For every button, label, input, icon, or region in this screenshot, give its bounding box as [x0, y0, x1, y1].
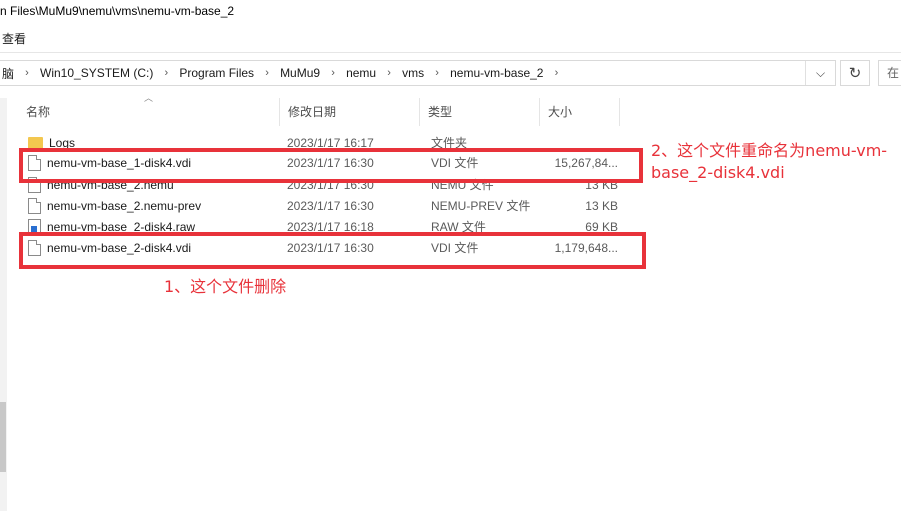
column-header-date-label: 修改日期 [288, 105, 337, 119]
menubar: 查看 [0, 30, 26, 48]
chevron-right-icon[interactable]: › [256, 67, 278, 79]
file-row[interactable]: nemu-vm-base_2.nemu-prev 2023/1/17 16:30… [18, 195, 638, 216]
delete-annotation: 1、这个文件删除 [164, 277, 287, 296]
search-input[interactable]: 在 [878, 60, 901, 86]
chevron-down-icon: ⌵ [815, 65, 826, 80]
highlight-box-delete [19, 232, 646, 269]
rename-annotation: 2、这个文件重命名为nemu-vm- base_2-disk4.vdi [651, 140, 887, 184]
file-name-cell: nemu-vm-base_2.nemu-prev [18, 197, 280, 214]
file-type: NEMU-PREV 文件 [431, 199, 531, 213]
chevron-right-icon[interactable]: › [322, 67, 344, 79]
file-date: 2023/1/17 16:30 [287, 198, 374, 213]
chevron-right-icon[interactable]: › [16, 67, 38, 79]
breadcrumb-vms[interactable]: vms [400, 66, 426, 80]
breadcrumb-current-folder[interactable]: nemu-vm-base_2 [448, 66, 545, 80]
breadcrumb-this-pc[interactable]: 脑 [0, 65, 16, 82]
chevron-right-icon[interactable]: › [378, 67, 400, 79]
column-header-type-label: 类型 [428, 105, 453, 119]
folder-icon [28, 136, 43, 149]
window-title: n Files\MuMu9\nemu\vms\nemu-vm-base_2 [0, 4, 235, 18]
column-header-size[interactable]: 大小 [540, 98, 620, 126]
column-header-name[interactable]: ︿ 名称 [18, 93, 280, 126]
rename-annotation-line2: base_2-disk4.vdi [651, 163, 785, 182]
column-header-name-label: 名称 [26, 105, 51, 119]
breadcrumb-nemu[interactable]: nemu [344, 66, 378, 80]
chevron-right-icon[interactable]: › [155, 67, 177, 79]
rename-annotation-line1: 2、这个文件重命名为nemu-vm- [651, 141, 888, 160]
sort-ascending-icon: ︿ [144, 93, 154, 103]
breadcrumb-drive[interactable]: Win10_SYSTEM (C:) [38, 66, 155, 80]
file-icon [28, 197, 41, 214]
file-size: 13 KB [585, 198, 618, 213]
column-header-date[interactable]: 修改日期 [280, 98, 420, 126]
breadcrumb-program-files[interactable]: Program Files [177, 66, 256, 80]
column-header-row: ︿ 名称 修改日期 类型 大小 [18, 93, 620, 126]
breadcrumb-mumu9[interactable]: MuMu9 [278, 66, 322, 80]
refresh-icon: ↻ [848, 65, 862, 82]
highlight-box-rename [19, 148, 643, 183]
breadcrumb: 脑 › Win10_SYSTEM (C:) › Program Files › … [0, 61, 567, 85]
refresh-button[interactable]: ↻ [840, 60, 870, 86]
chevron-right-icon[interactable]: › [545, 67, 567, 79]
file-name: nemu-vm-base_2.nemu-prev [47, 198, 202, 213]
address-history-dropdown[interactable]: ⌵ [805, 61, 835, 85]
menu-view[interactable]: 查看 [0, 30, 26, 47]
scrollbar-thumb[interactable] [0, 402, 6, 472]
divider [0, 52, 901, 53]
column-header-type[interactable]: 类型 [420, 98, 540, 126]
address-bar[interactable]: 脑 › Win10_SYSTEM (C:) › Program Files › … [0, 60, 836, 86]
column-header-size-label: 大小 [548, 105, 573, 119]
chevron-right-icon[interactable]: › [426, 67, 448, 79]
